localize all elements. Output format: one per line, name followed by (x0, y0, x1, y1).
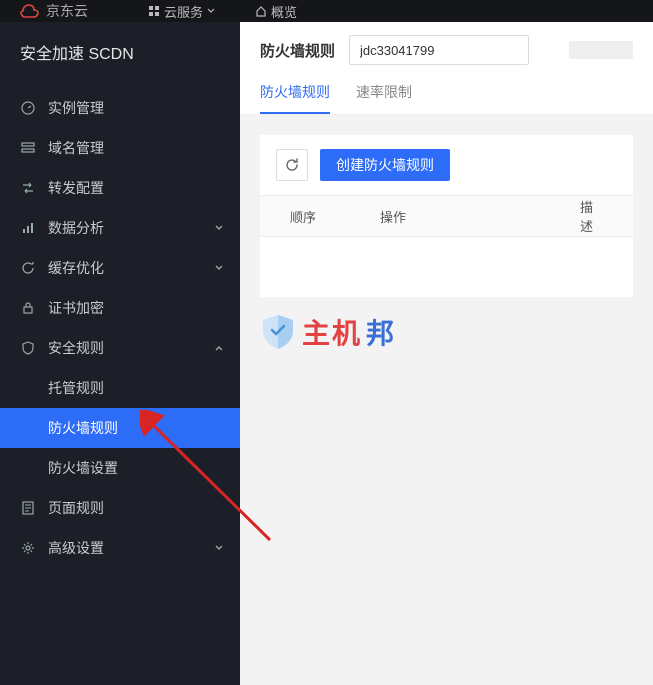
gear-icon (20, 540, 36, 556)
sidebar-item-analytics[interactable]: 数据分析 (0, 208, 240, 248)
brand-text: 京东云 (46, 1, 88, 21)
arrows-icon (20, 180, 36, 196)
instance-id-input[interactable] (349, 35, 529, 65)
tab-rate-limit[interactable]: 速率限制 (356, 82, 412, 114)
chevron-down-icon (214, 543, 224, 553)
topbar-link-overview[interactable]: 概览 (255, 2, 297, 21)
main: 防火墙规则 防火墙规则 速率限制 创建防火墙规则 顺序 操作 (240, 22, 653, 685)
topbar-links: 云服务 概览 (148, 2, 297, 21)
topbar-link-cloud[interactable]: 云服务 (148, 2, 215, 21)
refresh-button[interactable] (276, 149, 308, 181)
tab-firewall-rules[interactable]: 防火墙规则 (260, 82, 330, 114)
brand-logo[interactable]: 京东云 (20, 1, 88, 21)
chevron-down-icon (207, 7, 215, 15)
security-subitems: 托管规则 防火墙规则 防火墙设置 (0, 368, 240, 488)
sidebar-item-pagerule[interactable]: 页面规则 (0, 488, 240, 528)
table-body (260, 237, 633, 297)
grid-icon (148, 5, 160, 17)
toolbar: 创建防火墙规则 (260, 135, 633, 195)
content: 创建防火墙规则 顺序 操作 描述 (240, 115, 653, 317)
col-desc: 描述 (580, 197, 633, 235)
panel: 创建防火墙规则 顺序 操作 描述 (260, 135, 633, 297)
sidebar-item-instance[interactable]: 实例管理 (0, 88, 240, 128)
topbar: 京东云 云服务 概览 (0, 0, 653, 22)
sidebar-sub-managed[interactable]: 托管规则 (0, 368, 240, 408)
dashboard-icon (20, 100, 36, 116)
page-title: 防火墙规则 (260, 40, 335, 61)
col-action: 操作 (380, 207, 580, 226)
sidebar-item-forward[interactable]: 转发配置 (0, 168, 240, 208)
sidebar-item-domain[interactable]: 域名管理 (0, 128, 240, 168)
sidebar: 安全加速 SCDN 实例管理 域名管理 转发配置 数据分析 缓存优化 证书加密 (0, 22, 240, 685)
chevron-down-icon (214, 223, 224, 233)
shield-icon (20, 340, 36, 356)
chart-icon (20, 220, 36, 236)
sidebar-item-cert[interactable]: 证书加密 (0, 288, 240, 328)
page-head: 防火墙规则 防火墙规则 速率限制 (240, 22, 653, 115)
chevron-up-icon (214, 343, 224, 353)
sidebar-title: 安全加速 SCDN (0, 22, 240, 88)
create-rule-button[interactable]: 创建防火墙规则 (320, 149, 450, 181)
sidebar-item-security[interactable]: 安全规则 (0, 328, 240, 368)
sidebar-item-advanced[interactable]: 高级设置 (0, 528, 240, 568)
list-icon (20, 140, 36, 156)
refresh-icon (284, 157, 300, 173)
sidebar-sub-firewall-settings[interactable]: 防火墙设置 (0, 448, 240, 488)
tabs: 防火墙规则 速率限制 (260, 78, 633, 114)
masked-region (569, 41, 633, 59)
table-header: 顺序 操作 描述 (260, 195, 633, 237)
page-icon (20, 500, 36, 516)
lock-icon (20, 300, 36, 316)
home-icon (255, 5, 267, 17)
col-order: 顺序 (260, 207, 380, 226)
refresh-icon (20, 260, 36, 276)
sidebar-sub-firewall-rules[interactable]: 防火墙规则 (0, 408, 240, 448)
sidebar-item-cache[interactable]: 缓存优化 (0, 248, 240, 288)
brand-icon (20, 3, 42, 19)
chevron-down-icon (214, 263, 224, 273)
